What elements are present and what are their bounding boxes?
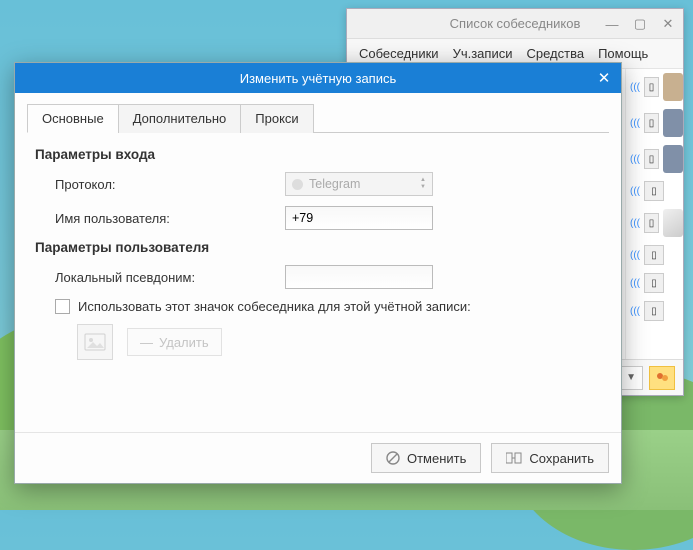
buddy-row[interactable]: ((( ▯ — [626, 241, 683, 269]
save-button[interactable]: Сохранить — [491, 443, 609, 473]
remove-icon-button: — Удалить — [127, 328, 222, 356]
window-controls: — ▢ ✕ — [601, 9, 679, 39]
username-label: Имя пользователя: — [55, 211, 285, 226]
menu-buddies[interactable]: Собеседники — [353, 43, 445, 64]
buddy-row[interactable]: ((( ▯ — [626, 105, 683, 141]
cancel-button[interactable]: Отменить — [371, 443, 481, 473]
buddy-row[interactable]: ((( ▯ — [626, 297, 683, 325]
dialog-title: Изменить учётную запись — [240, 71, 397, 86]
buddy-list: ((( ▯ ((( ▯ ((( ▯ ((( ▯ ((( ▯ — [625, 69, 683, 359]
phone-icon: ▯ — [644, 273, 664, 293]
minimize-icon[interactable]: — — [601, 17, 623, 32]
dialog-body: Основные Дополнительно Прокси Параметры … — [15, 93, 621, 432]
login-section-title: Параметры входа — [35, 147, 609, 162]
avatar — [663, 145, 683, 173]
username-input[interactable] — [285, 206, 433, 230]
phone-icon: ▯ — [644, 113, 659, 133]
use-icon-row: Использовать этот значок собеседника для… — [55, 299, 609, 314]
menu-help[interactable]: Помощь — [592, 43, 654, 64]
menu-accounts[interactable]: Уч.записи — [447, 43, 519, 64]
close-icon[interactable]: ✕ — [657, 16, 679, 32]
alias-label: Локальный псевдоним: — [55, 270, 285, 285]
people-icon — [655, 371, 669, 385]
spinner-icon: ▲▼ — [416, 174, 430, 194]
signal-icon: ((( — [630, 250, 640, 261]
buddy-row[interactable]: ((( ▯ — [626, 269, 683, 297]
protocol-select: Telegram ▲▼ — [285, 172, 433, 196]
minus-icon: — — [140, 335, 153, 350]
tab-basic[interactable]: Основные — [27, 104, 119, 133]
user-section-title: Параметры пользователя — [35, 240, 609, 255]
phone-icon: ▯ — [644, 245, 664, 265]
signal-icon: ((( — [630, 186, 640, 197]
buddy-row[interactable]: ((( ▯ — [626, 177, 683, 205]
signal-icon: ((( — [630, 218, 640, 229]
signal-icon: ((( — [630, 118, 640, 129]
buddy-row[interactable]: ((( ▯ — [626, 69, 683, 105]
cancel-label: Отменить — [407, 451, 466, 466]
dialog-titlebar: Изменить учётную запись ✕ — [15, 63, 621, 93]
menu-tools[interactable]: Средства — [520, 43, 590, 64]
buddy-row[interactable]: ((( ▯ — [626, 141, 683, 177]
phone-icon: ▯ — [644, 149, 659, 169]
image-icon — [84, 333, 106, 351]
use-icon-checkbox[interactable] — [55, 299, 70, 314]
alias-input[interactable] — [285, 265, 433, 289]
buddy-footer-button[interactable] — [649, 366, 675, 390]
tab-proxy[interactable]: Прокси — [240, 104, 313, 133]
protocol-row: Протокол: Telegram ▲▼ — [55, 172, 609, 196]
icon-picker: — Удалить — [77, 324, 609, 360]
use-icon-label: Использовать этот значок собеседника для… — [78, 299, 471, 314]
phone-icon: ▯ — [644, 301, 664, 321]
alias-row: Локальный псевдоним: — [55, 265, 609, 289]
phone-icon: ▯ — [644, 181, 664, 201]
avatar — [663, 73, 683, 101]
tabbar: Основные Дополнительно Прокси — [27, 103, 609, 133]
tab-advanced[interactable]: Дополнительно — [118, 104, 242, 133]
remove-icon-label: Удалить — [159, 335, 209, 350]
avatar — [663, 209, 683, 237]
phone-icon: ▯ — [644, 213, 659, 233]
cancel-icon — [386, 451, 400, 465]
signal-icon: ((( — [630, 154, 640, 165]
dialog-footer: Отменить Сохранить — [15, 432, 621, 483]
icon-thumbnail[interactable] — [77, 324, 113, 360]
close-icon[interactable]: ✕ — [595, 69, 613, 87]
save-label: Сохранить — [529, 451, 594, 466]
avatar — [663, 109, 683, 137]
phone-icon: ▯ — [644, 77, 659, 97]
signal-icon: ((( — [630, 278, 640, 289]
protocol-value: Telegram — [309, 177, 360, 191]
buddy-row[interactable]: ((( ▯ — [626, 205, 683, 241]
buddy-titlebar: Список собеседников — ▢ ✕ — [347, 9, 683, 39]
telegram-icon — [292, 179, 303, 190]
buddy-window-title: Список собеседников — [450, 16, 581, 31]
signal-icon: ((( — [630, 306, 640, 317]
protocol-label: Протокол: — [55, 177, 285, 192]
modify-account-dialog: Изменить учётную запись ✕ Основные Допол… — [14, 62, 622, 484]
save-icon — [506, 452, 522, 464]
username-row: Имя пользователя: — [55, 206, 609, 230]
signal-icon: ((( — [630, 82, 640, 93]
maximize-icon[interactable]: ▢ — [629, 16, 651, 32]
